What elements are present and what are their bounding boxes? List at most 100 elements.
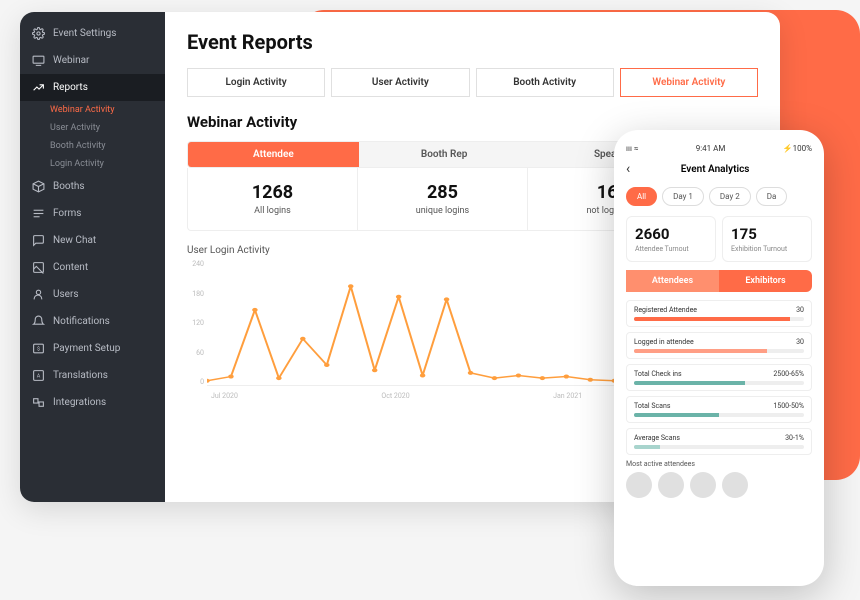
stat-value: 1268 — [194, 182, 351, 203]
sidebar-item-label: New Chat — [53, 235, 96, 246]
status-battery: 100% — [793, 144, 812, 153]
gear-icon — [32, 27, 45, 40]
most-active-label: Most active attendees — [626, 460, 812, 468]
pill-attendees[interactable]: Attendees — [626, 270, 719, 292]
y-tick: 180 — [187, 290, 204, 298]
phone-tab-pill: Attendees Exhibitors — [626, 270, 812, 292]
stat-all-logins: 1268 All logins — [188, 168, 358, 230]
sidebar-item-label: Integrations — [53, 397, 106, 408]
sidebar-item-label: Webinar — [53, 55, 89, 66]
sidebar-item-users[interactable]: Users — [20, 281, 165, 308]
pill-exhibitors[interactable]: Exhibitors — [719, 270, 812, 292]
phone-status-bar: ııı ≈ 9:41 AM ⚡100% — [626, 144, 812, 153]
kpi-exhibition-turnout: 175 Exhibition Turnout — [722, 216, 812, 262]
dollar-icon: $ — [32, 342, 45, 355]
sidebar-item-reports[interactable]: Reports — [20, 74, 165, 101]
report-tabs: Login Activity User Activity Booth Activ… — [187, 68, 758, 97]
kpi-label: Exhibition Turnout — [731, 245, 803, 253]
chart-y-axis: 240 180 120 60 0 — [187, 260, 207, 400]
day-filter-row: All Day 1 Day 2 Da — [626, 187, 812, 206]
metric-row: Average Scans 30-1% — [626, 428, 812, 455]
kpi-label: Attendee Turnout — [635, 245, 707, 253]
chip-day1[interactable]: Day 1 — [662, 187, 704, 206]
bell-icon — [32, 315, 45, 328]
signal-icon: ııı — [626, 144, 632, 153]
sidebar-item-event-settings[interactable]: Event Settings — [20, 20, 165, 47]
sidebar-item-webinar[interactable]: Webinar — [20, 47, 165, 74]
metric-row: Total Check ins 2500-65% — [626, 364, 812, 391]
y-tick: 60 — [187, 349, 204, 357]
chip-all[interactable]: All — [626, 187, 657, 206]
sidebar-item-booths[interactable]: Booths — [20, 173, 165, 200]
page-title: Event Reports — [187, 30, 758, 54]
x-tick: Oct 2020 — [381, 392, 409, 400]
sidebar-sub-webinar-activity[interactable]: Webinar Activity — [20, 101, 165, 119]
sidebar-item-content[interactable]: Content — [20, 254, 165, 281]
user-icon — [32, 288, 45, 301]
metric-row: Total Scans 1500-50% — [626, 396, 812, 423]
metric-label: Total Check ins — [634, 370, 682, 378]
chip-day2[interactable]: Day 2 — [709, 187, 751, 206]
chat-icon — [32, 234, 45, 247]
back-button[interactable]: ‹ — [626, 161, 630, 177]
metric-label: Total Scans — [634, 402, 670, 410]
sidebar-item-label: Forms — [53, 208, 81, 219]
segment-booth-rep[interactable]: Booth Rep — [359, 142, 530, 167]
metric-row: Logged in attendee30 — [626, 332, 812, 359]
sidebar-item-payment-setup[interactable]: $ Payment Setup — [20, 335, 165, 362]
segment-attendee[interactable]: Attendee — [188, 142, 359, 167]
y-tick: 240 — [187, 260, 204, 268]
stat-value: 285 — [364, 182, 521, 203]
svg-text:$: $ — [37, 346, 40, 353]
svg-text:A: A — [37, 374, 41, 380]
phone-page-title: Event Analytics — [638, 164, 792, 175]
stat-unique-logins: 285 unique logins — [358, 168, 528, 230]
metric-label: Logged in attendee — [634, 338, 694, 346]
chip-day3[interactable]: Da — [756, 187, 788, 206]
tab-login-activity[interactable]: Login Activity — [187, 68, 325, 97]
sidebar-item-label: Booths — [53, 181, 85, 192]
sidebar-item-translations[interactable]: A Translations — [20, 362, 165, 389]
chart-icon — [32, 81, 45, 94]
monitor-icon — [32, 54, 45, 67]
form-icon — [32, 207, 45, 220]
sidebar-sub-login-activity[interactable]: Login Activity — [20, 155, 165, 173]
x-tick: Jul 2020 — [211, 392, 238, 400]
section-title: Webinar Activity — [187, 113, 758, 131]
cube-icon — [32, 180, 45, 193]
sidebar-item-label: Users — [53, 289, 79, 300]
sidebar-item-label: Notifications — [53, 316, 110, 327]
metric-value: 1500-50% — [773, 402, 804, 410]
metric-label: Registered Attendee — [634, 306, 697, 314]
sidebar-item-label: Content — [53, 262, 88, 273]
metric-value: 30-1% — [785, 434, 804, 442]
sidebar-item-label: Reports — [53, 82, 88, 93]
x-tick: Jan 2021 — [553, 392, 582, 400]
metric-row: Registered Attendee 30 — [626, 300, 812, 327]
stat-label: unique logins — [364, 206, 521, 216]
tab-webinar-activity[interactable]: Webinar Activity — [620, 68, 758, 97]
sidebar-item-label: Translations — [53, 370, 108, 381]
metric-label: Average Scans — [634, 434, 680, 442]
sidebar-sub-user-activity[interactable]: User Activity — [20, 119, 165, 137]
metric-value: 2500-65% — [773, 370, 804, 378]
sidebar-item-integrations[interactable]: Integrations — [20, 389, 165, 416]
sidebar-item-label: Event Settings — [53, 28, 116, 39]
sidebar-sub-booth-activity[interactable]: Booth Activity — [20, 137, 165, 155]
a-box-icon: A — [32, 369, 45, 382]
sidebar: Event Settings Webinar Reports Webinar A… — [20, 12, 165, 502]
wifi-icon: ≈ — [634, 144, 639, 153]
kpi-value: 175 — [731, 225, 803, 243]
y-tick: 120 — [187, 319, 204, 327]
sidebar-item-notifications[interactable]: Notifications — [20, 308, 165, 335]
tab-booth-activity[interactable]: Booth Activity — [476, 68, 614, 97]
sidebar-item-forms[interactable]: Forms — [20, 200, 165, 227]
phone-mockup: ııı ≈ 9:41 AM ⚡100% ‹ Event Analytics Al… — [614, 130, 824, 586]
sidebar-item-new-chat[interactable]: New Chat — [20, 227, 165, 254]
tab-user-activity[interactable]: User Activity — [331, 68, 469, 97]
stat-label: All logins — [194, 206, 351, 216]
image-icon — [32, 261, 45, 274]
metric-value: 30 — [796, 306, 804, 314]
sidebar-item-label: Payment Setup — [53, 343, 120, 354]
status-time: 9:41 AM — [696, 144, 726, 153]
